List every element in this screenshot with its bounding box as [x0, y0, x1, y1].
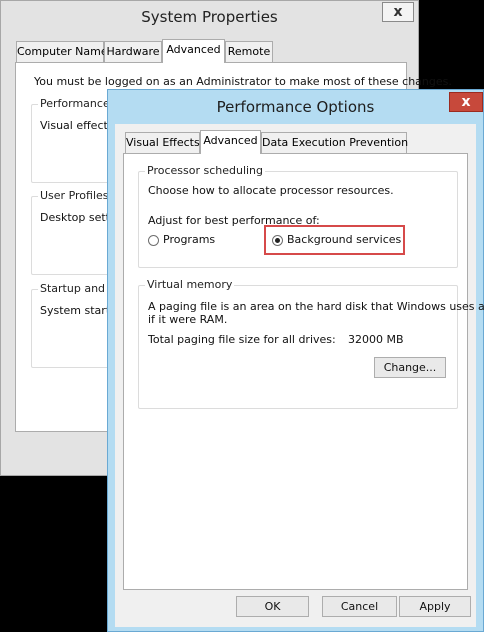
dialog-client: Visual Effects Advanced Data Execution P… [115, 124, 484, 627]
tab-panel: Processor scheduling Choose how to alloc… [123, 153, 484, 590]
window-title: Performance Options [216, 98, 375, 116]
tab-advanced[interactable]: Advanced [200, 130, 261, 154]
virtual-memory-description-line1: A paging file is an area on the hard dis… [148, 300, 484, 313]
tab-advanced[interactable]: Advanced [162, 39, 225, 63]
group-title: Processor scheduling [145, 164, 266, 177]
cancel-button[interactable]: Cancel [322, 596, 397, 617]
admin-notice: You must be logged on as an Administrato… [34, 75, 452, 88]
group-title: Virtual memory [145, 278, 235, 291]
group-title: Performance [38, 97, 112, 110]
virtual-memory-description-line2: if it were RAM. [148, 313, 228, 326]
close-button[interactable]: x [449, 92, 483, 112]
radio-programs[interactable] [148, 235, 159, 246]
window-title: System Properties [141, 8, 278, 26]
scheduling-description: Choose how to allocate processor resourc… [148, 184, 394, 197]
tab-visual-effects[interactable]: Visual Effects [125, 132, 200, 154]
tab-remote[interactable]: Remote [225, 41, 273, 63]
programs-label[interactable]: Programs [163, 233, 215, 246]
total-paging-label: Total paging file size for all drives: [148, 333, 336, 346]
close-button[interactable]: x [382, 2, 414, 22]
tab-hardware[interactable]: Hardware [104, 41, 162, 63]
total-paging-value: 32000 MB [348, 333, 404, 346]
background-services-label[interactable]: Background services [287, 233, 401, 246]
radio-background-services[interactable] [272, 235, 283, 246]
ok-button[interactable]: OK [236, 596, 309, 617]
virtual-memory-group: Virtual memory A paging file is an area … [138, 278, 484, 409]
tab-computer-name[interactable]: Computer Name [16, 41, 108, 63]
tab-data-execution-prevention[interactable]: Data Execution Prevention [261, 132, 408, 154]
change-button[interactable]: Change... [374, 357, 446, 378]
performance-options-window: Performance Options x Visual Effects Adv… [107, 89, 484, 632]
group-title: User Profiles [38, 189, 111, 202]
processor-scheduling-group: Processor scheduling Choose how to alloc… [138, 164, 458, 268]
apply-button[interactable]: Apply [399, 596, 471, 617]
